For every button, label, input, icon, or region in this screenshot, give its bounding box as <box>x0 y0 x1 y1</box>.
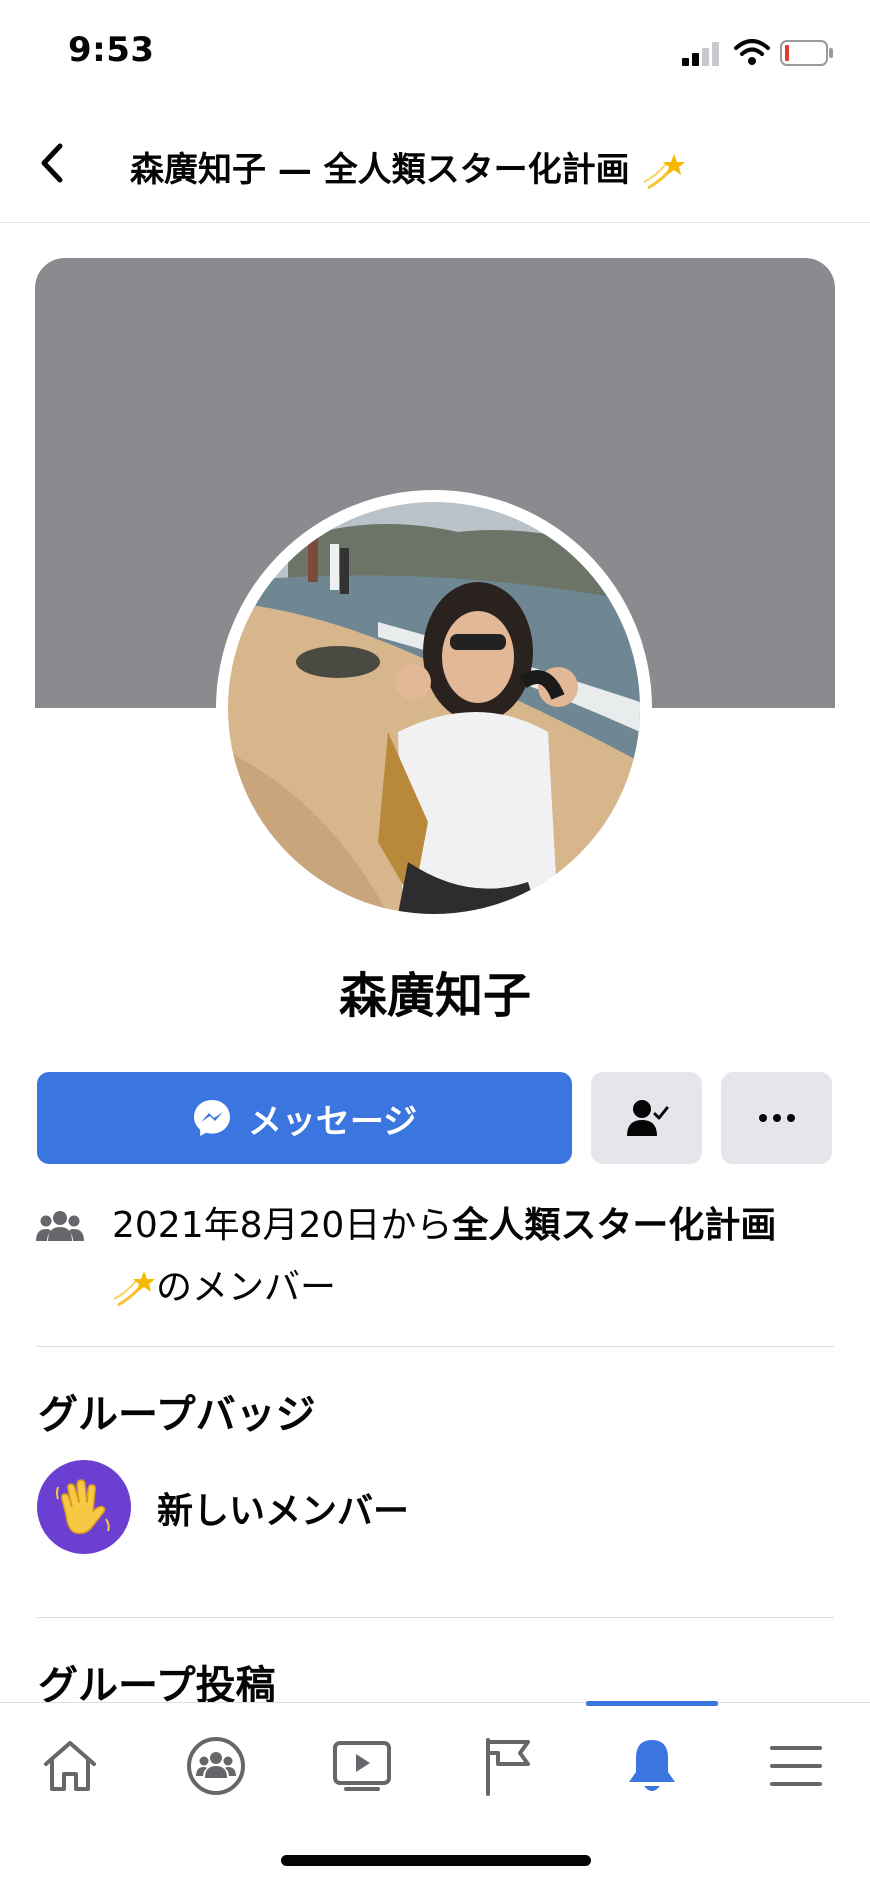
message-button-label: メッセージ <box>247 1101 418 1142</box>
profile-avatar[interactable] <box>228 502 640 914</box>
new-member-badge[interactable] <box>37 1460 131 1554</box>
status-time: 9:53 <box>68 30 155 70</box>
back-arrow-icon[interactable] <box>38 140 68 186</box>
top-nav-bar: 森廣知子 — 全人類スター化計画 <box>0 110 870 223</box>
profile-name: 森廣知子 <box>338 968 531 1024</box>
page-title-text: 森廣知子 — 全人類スター化計画 <box>130 150 630 190</box>
membership-date: 2021年8月20日から <box>112 1205 453 1246</box>
groups-icon <box>187 1737 245 1795</box>
bottom-tab-bar <box>0 1701 870 1885</box>
active-tab-indicator <box>586 1701 718 1706</box>
home-indicator <box>281 1855 591 1866</box>
membership-group-name[interactable]: 全人類スター化計画 <box>452 1205 776 1246</box>
video-icon <box>333 1741 391 1791</box>
group-badges-title: グループバッジ <box>38 1392 316 1438</box>
tab-video[interactable] <box>322 1731 402 1801</box>
person-check-icon <box>626 1100 668 1136</box>
pages-flag-icon <box>486 1738 530 1796</box>
waving-hand-icon <box>56 1479 110 1535</box>
status-bar: 9:53 <box>0 0 870 100</box>
dizzy-star-emoji-icon <box>113 1271 155 1307</box>
group-members-icon <box>36 1211 84 1241</box>
divider <box>37 1346 834 1347</box>
membership-suffix: のメンバー <box>156 1267 337 1308</box>
tab-notifications[interactable] <box>612 1731 692 1801</box>
tab-menu[interactable] <box>756 1731 836 1801</box>
messenger-icon <box>193 1100 230 1136</box>
home-icon <box>44 1741 96 1791</box>
cellular-signal-icon <box>682 42 719 66</box>
more-options-button[interactable] <box>721 1072 832 1164</box>
tab-pages[interactable] <box>468 1731 548 1801</box>
profile-photo-illustration <box>228 502 640 914</box>
menu-icon <box>770 1746 822 1786</box>
tab-groups[interactable] <box>176 1731 256 1801</box>
tab-home[interactable] <box>30 1731 110 1801</box>
message-button[interactable]: メッセージ <box>37 1072 572 1164</box>
wifi-icon <box>734 39 770 65</box>
ellipsis-icon <box>758 1114 795 1122</box>
membership-text: 2021年8月20日から全人類スター化計画 のメンバー <box>112 1195 836 1319</box>
dizzy-star-emoji-icon <box>643 153 685 189</box>
battery-icon <box>780 40 833 66</box>
divider <box>37 1617 834 1618</box>
notifications-bell-icon <box>629 1740 675 1791</box>
badge-label: 新しいメンバー <box>157 1491 410 1532</box>
page-title: 森廣知子 — 全人類スター化計画 <box>130 142 686 194</box>
friend-status-button[interactable] <box>591 1072 702 1164</box>
